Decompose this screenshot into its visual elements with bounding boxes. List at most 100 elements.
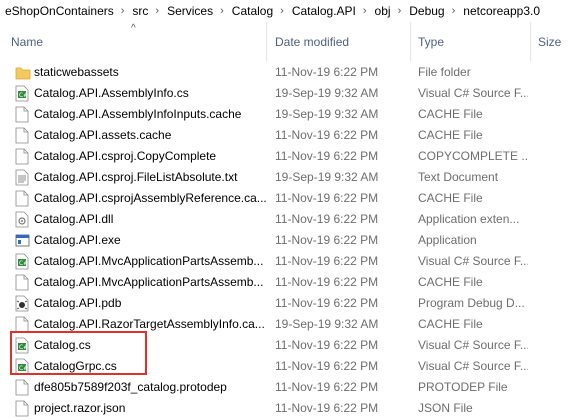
file-row[interactable]: Catalog.API.pdb 11-Nov-19 6:22 PM Program … — [0, 293, 570, 314]
breadcrumb-separator-icon[interactable]: › — [217, 5, 227, 17]
file-type: Visual C# Source F... — [418, 254, 528, 268]
breadcrumb-separator-icon[interactable]: › — [152, 5, 162, 17]
blank-file-icon — [15, 127, 29, 144]
file-type: COPYCOMPLETE ... — [418, 149, 528, 163]
file-date-modified: 11-Nov-19 6:22 PM — [275, 191, 379, 205]
blank-file-icon — [15, 106, 29, 123]
blank-file-icon — [15, 400, 29, 417]
file-row[interactable]: C# Catalog.cs 11-Nov-19 6:22 PM Visual C# S… — [0, 335, 570, 356]
file-date-modified: 19-Sep-19 9:32 AM — [275, 317, 379, 331]
csharp-file-icon: C# — [15, 85, 29, 102]
file-row[interactable]: dfe805b7589f203f_catalog.protodep 11-Nov-… — [0, 377, 570, 398]
csharp-file-icon: C# — [15, 253, 29, 270]
breadcrumb-item[interactable]: obj — [370, 4, 395, 18]
breadcrumb-separator-icon[interactable]: › — [449, 5, 459, 17]
file-name[interactable]: Catalog.API.csprojAssemblyReference.ca..… — [34, 191, 268, 205]
blank-file-icon — [15, 379, 29, 396]
file-row[interactable]: C# Catalog.API.MvcApplicationPartsAssemb.… — [0, 251, 570, 272]
breadcrumb-item[interactable]: Catalog — [227, 4, 277, 18]
sort-ascending-icon[interactable]: ^ — [131, 23, 136, 34]
file-name[interactable]: Catalog.API.AssemblyInfo.cs — [34, 86, 268, 100]
column-date-modified[interactable]: Date modified — [275, 35, 349, 49]
file-name[interactable]: Catalog.cs — [34, 338, 268, 352]
breadcrumb-item[interactable]: src — [127, 4, 152, 18]
column-divider[interactable] — [266, 22, 267, 62]
breadcrumb-separator-icon[interactable]: › — [277, 5, 287, 17]
file-name[interactable]: Catalog.API.AssemblyInfoInputs.cache — [34, 107, 268, 121]
file-type: CACHE File — [418, 107, 483, 121]
file-row[interactable]: C# CatalogGrpc.cs 11-Nov-19 6:22 PM Visual … — [0, 356, 570, 377]
breadcrumb-separator-icon[interactable]: › — [118, 5, 128, 17]
file-date-modified: 11-Nov-19 6:22 PM — [275, 296, 379, 310]
file-date-modified: 11-Nov-19 6:22 PM — [275, 212, 379, 226]
file-type: CACHE File — [418, 317, 483, 331]
breadcrumb-item[interactable]: eShopOnContainers — [0, 4, 118, 18]
csharp-file-icon: C# — [15, 337, 29, 354]
column-name[interactable]: Name — [11, 35, 43, 49]
breadcrumb-item[interactable]: Catalog.API — [287, 4, 360, 18]
blank-file-icon — [15, 274, 29, 291]
file-type: Text Document — [418, 170, 499, 184]
breadcrumb-item[interactable]: Debug — [404, 4, 448, 18]
file-row[interactable]: Catalog.API.csproj.FileListAbsolute.txt 1… — [0, 167, 570, 188]
file-date-modified: 19-Sep-19 9:32 AM — [275, 86, 379, 100]
file-date-modified: 11-Nov-19 6:22 PM — [275, 401, 379, 415]
column-divider[interactable] — [530, 22, 531, 62]
pdb-file-icon — [15, 295, 29, 312]
breadcrumb-item[interactable]: netcoreapp3.0 — [458, 4, 544, 18]
file-name[interactable]: project.razor.json — [34, 401, 268, 415]
column-divider[interactable] — [410, 22, 411, 62]
blank-file-icon — [15, 190, 29, 207]
column-type[interactable]: Type — [418, 35, 444, 49]
file-name[interactable]: CatalogGrpc.cs — [34, 359, 268, 373]
file-name[interactable]: Catalog.API.exe — [34, 233, 268, 247]
file-name[interactable]: staticwebassets — [34, 65, 268, 79]
folder-icon — [15, 64, 31, 81]
file-name[interactable]: Catalog.API.RazorTargetAssemblyInfo.ca..… — [34, 317, 268, 331]
file-name[interactable]: Catalog.API.MvcApplicationPartsAssemb... — [34, 275, 268, 289]
file-name[interactable]: dfe805b7589f203f_catalog.protodep — [34, 380, 268, 394]
file-name[interactable]: Catalog.API.dll — [34, 212, 268, 226]
file-type: CACHE File — [418, 128, 483, 142]
breadcrumb: eShopOnContainers › src › Services › Catalog › C… — [0, 0, 570, 23]
dll-file-icon — [15, 211, 29, 228]
file-row[interactable]: staticwebassets 11-Nov-19 6:22 PM File fol… — [0, 62, 570, 83]
file-date-modified: 19-Sep-19 9:32 AM — [275, 170, 379, 184]
file-row[interactable]: Catalog.API.MvcApplicationPartsAssemb...… — [0, 272, 570, 293]
file-type: CACHE File — [418, 275, 483, 289]
file-list: staticwebassets 11-Nov-19 6:22 PM File fol… — [0, 62, 570, 419]
file-row[interactable]: Catalog.API.csprojAssemblyReference.ca..… — [0, 188, 570, 209]
file-date-modified: 11-Nov-19 6:22 PM — [275, 254, 379, 268]
file-name[interactable]: Catalog.API.assets.cache — [34, 128, 268, 142]
file-row[interactable]: Catalog.API.dll 11-Nov-19 6:22 PM Applicat… — [0, 209, 570, 230]
file-row[interactable]: Catalog.API.AssemblyInfoInputs.cache 19-S… — [0, 104, 570, 125]
file-date-modified: 11-Nov-19 6:22 PM — [275, 275, 379, 289]
svg-text:C#: C# — [19, 344, 28, 351]
breadcrumb-separator-icon[interactable]: › — [395, 5, 405, 17]
breadcrumb-item[interactable]: Services — [162, 4, 217, 18]
file-row[interactable]: Catalog.API.RazorTargetAssemblyInfo.ca..… — [0, 314, 570, 335]
file-type: PROTODEP File — [418, 380, 508, 394]
column-size[interactable]: Size — [538, 35, 561, 49]
breadcrumb-separator-icon[interactable]: › — [360, 5, 370, 17]
file-row[interactable]: Catalog.API.exe 11-Nov-19 6:22 PM Applicat… — [0, 230, 570, 251]
file-name[interactable]: Catalog.API.csproj.FileListAbsolute.txt — [34, 170, 268, 184]
svg-text:C#: C# — [19, 92, 28, 99]
file-name[interactable]: Catalog.API.pdb — [34, 296, 268, 310]
blank-file-icon — [15, 148, 29, 165]
file-row[interactable]: project.razor.json 11-Nov-19 6:22 PM JSON … — [0, 398, 570, 419]
file-date-modified: 11-Nov-19 6:22 PM — [275, 338, 379, 352]
svg-text:C#: C# — [19, 260, 28, 267]
file-type: Application — [418, 233, 477, 247]
file-type: JSON File — [418, 401, 473, 415]
file-row[interactable]: C# Catalog.API.AssemblyInfo.cs 19-Sep-19 9… — [0, 83, 570, 104]
file-row[interactable]: Catalog.API.assets.cache 11-Nov-19 6:22 P… — [0, 125, 570, 146]
file-name[interactable]: Catalog.API.MvcApplicationPartsAssemb... — [34, 254, 268, 268]
file-date-modified: 11-Nov-19 6:22 PM — [275, 380, 379, 394]
file-date-modified: 11-Nov-19 6:22 PM — [275, 233, 379, 247]
file-date-modified: 11-Nov-19 6:22 PM — [275, 128, 379, 142]
file-name[interactable]: Catalog.API.csproj.CopyComplete — [34, 149, 268, 163]
file-type: Visual C# Source F... — [418, 338, 528, 352]
file-date-modified: 11-Nov-19 6:22 PM — [275, 65, 379, 79]
file-row[interactable]: Catalog.API.csproj.CopyComplete 11-Nov-19… — [0, 146, 570, 167]
